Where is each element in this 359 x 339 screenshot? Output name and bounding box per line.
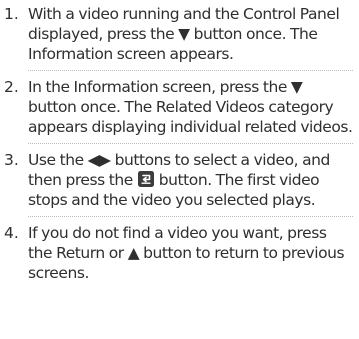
step-text: Use the ◀▶ buttons to select a video, an… — [28, 150, 353, 210]
instruction-list: 1. With a video running and the Control … — [0, 0, 359, 283]
step-number: 1. — [4, 5, 19, 23]
step-2: 2. In the Information screen, press the … — [0, 77, 353, 137]
step-number: 4. — [4, 224, 19, 242]
step-3: 3. Use the ◀▶ buttons to select a video,… — [0, 150, 353, 210]
divider — [28, 70, 353, 71]
step-number: 3. — [4, 151, 19, 169]
step-text: If you do not find a video you want, pre… — [28, 224, 345, 282]
enter-icon — [137, 171, 154, 187]
divider — [28, 216, 353, 217]
step-1: 1. With a video running and the Control … — [0, 4, 353, 64]
step-4: 4. If you do not find a video you want, … — [0, 223, 353, 283]
divider — [28, 143, 353, 144]
step-text: With a video running and the Control Pan… — [28, 5, 340, 63]
step-number: 2. — [4, 78, 19, 96]
step-text: In the Information screen, press the ▼ b… — [28, 78, 353, 136]
